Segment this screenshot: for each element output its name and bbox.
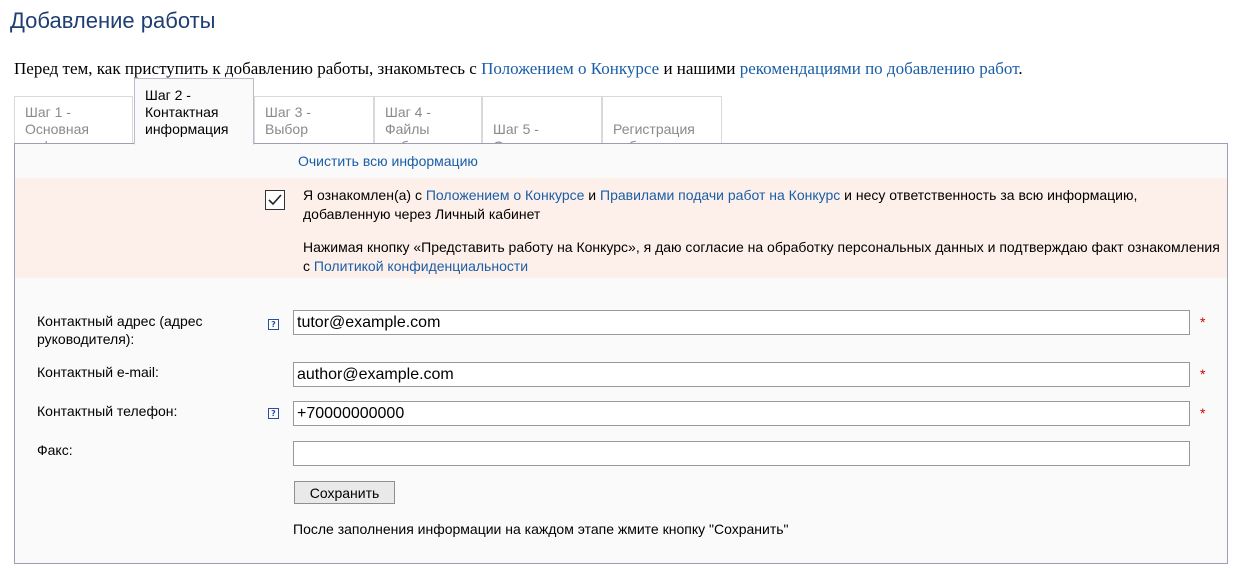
question-icon[interactable]: ?	[268, 319, 279, 330]
tab-label: Шаг 5 -	[493, 121, 539, 137]
consent-text: Я ознакомлен(а) с Положением о Конкурсе …	[303, 186, 1223, 276]
required-marker: *	[1200, 366, 1206, 382]
tab-step-3[interactable]: Шаг 3 - Выбор организации	[254, 96, 374, 154]
intro-text-part: .	[1018, 59, 1023, 78]
contact-email-input[interactable]	[293, 362, 1190, 387]
intro-text-part: и нашими	[659, 59, 740, 78]
save-hint: После заполнения информации на каждом эт…	[293, 521, 789, 537]
contest-rules-link[interactable]: Положением о Конкурсе	[481, 59, 659, 78]
tab-label: Файлы	[385, 121, 430, 137]
submission-rules-link[interactable]: Правилами подачи работ на Конкурс	[600, 187, 840, 203]
fax-label: Факс:	[37, 442, 73, 458]
intro-text-part: Перед тем, как приступить к добавлению р…	[14, 59, 482, 78]
tab-label: Шаг 4 -	[385, 104, 431, 120]
tab-step-1[interactable]: Шаг 1 - Основная информация	[14, 96, 133, 154]
consent-text-part: Я ознакомлен(а) с	[303, 187, 426, 203]
checkmark-icon	[268, 194, 282, 206]
contest-rules-link[interactable]: Положением о Конкурсе	[426, 187, 585, 203]
fax-input[interactable]	[293, 441, 1190, 466]
tab-step-5[interactable]: Шаг 5 - Олимпиада	[482, 96, 602, 154]
intro-text: Перед тем, как приступить к добавлению р…	[14, 59, 1023, 79]
contact-email-label: Контактный e-mail:	[37, 364, 159, 380]
tab-registration[interactable]: Регистрация работы	[602, 96, 722, 154]
step-tabs: Шаг 1 - Основная информация Шаг 2 - Конт…	[14, 78, 1228, 154]
tab-label: Регистрация	[613, 121, 695, 137]
consent-checkbox[interactable]	[265, 190, 285, 210]
recommendations-link[interactable]: рекомендациями по добавлению работ	[740, 59, 1019, 78]
tab-label: Основная	[25, 121, 89, 137]
tab-label: Шаг 2 -	[145, 87, 191, 103]
tab-label: Шаг 3 -	[265, 104, 311, 120]
required-marker: *	[1200, 405, 1206, 421]
privacy-policy-link[interactable]: Политикой конфиденциальности	[314, 258, 528, 274]
required-marker: *	[1200, 314, 1206, 330]
consent-paragraph: Я ознакомлен(а) с Положением о Конкурсе …	[303, 186, 1223, 224]
tab-label: информация	[145, 121, 229, 137]
tab-step-2[interactable]: Шаг 2 - Контактная информация	[134, 78, 254, 145]
tab-label: Шаг 1 -	[25, 104, 71, 120]
save-button[interactable]: Сохранить	[294, 481, 395, 504]
contact-address-input[interactable]	[293, 310, 1190, 335]
consent-text-part: и	[584, 187, 600, 203]
tab-label: Контактная	[145, 104, 219, 120]
tab-step-4[interactable]: Шаг 4 - Файлы работы	[374, 96, 482, 154]
page-title: Добавление работы	[10, 8, 216, 33]
contact-info-panel: Очистить всю информацию Я ознакомлен(а) …	[14, 143, 1228, 564]
question-icon[interactable]: ?	[268, 408, 279, 419]
privacy-paragraph: Нажимая кнопку «Представить работу на Ко…	[303, 238, 1223, 276]
contact-address-label: Контактный адрес (адрес руководителя):	[37, 313, 203, 347]
tab-label: Выбор	[265, 121, 308, 137]
contact-phone-input[interactable]	[293, 401, 1190, 426]
clear-all-link[interactable]: Очистить всю информацию	[298, 153, 478, 169]
contact-phone-label: Контактный телефон:	[37, 403, 178, 419]
consent-block: Я ознакомлен(а) с Положением о Конкурсе …	[15, 178, 1227, 278]
